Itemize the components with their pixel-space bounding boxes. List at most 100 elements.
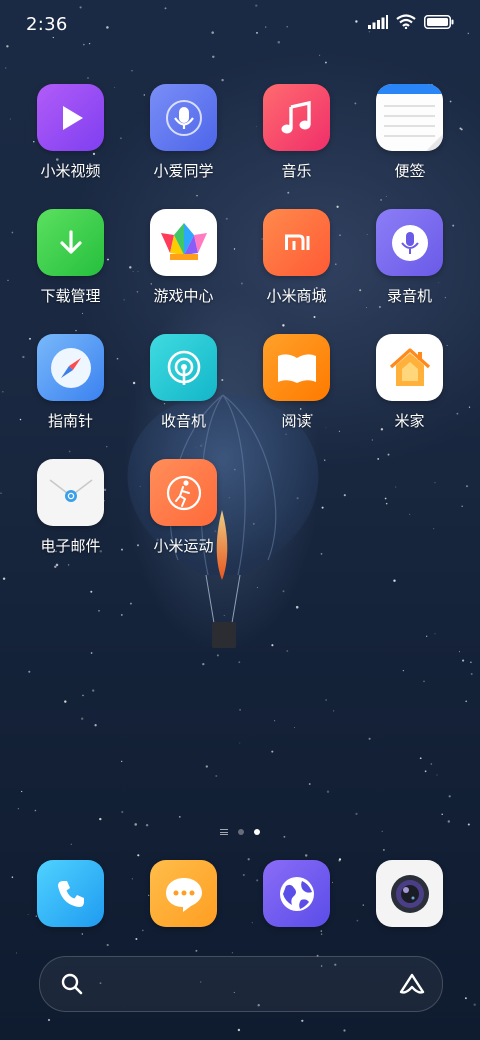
- star: [131, 70, 133, 72]
- page-indicator: [0, 829, 480, 835]
- star: [465, 485, 469, 488]
- star: [470, 661, 472, 664]
- app-label: 便签: [394, 162, 425, 180]
- radio-icon: [150, 334, 217, 401]
- star: [145, 823, 149, 827]
- star: [430, 763, 433, 765]
- assistant-icon: [150, 84, 217, 151]
- crown-icon: [150, 209, 217, 276]
- star: [355, 812, 358, 816]
- star: [34, 809, 37, 812]
- star: [436, 774, 438, 776]
- app-xiaoai[interactable]: 小爱同学: [127, 84, 240, 209]
- star: [15, 952, 17, 954]
- star: [468, 406, 471, 408]
- star: [238, 661, 241, 664]
- star: [308, 783, 311, 785]
- star: [332, 710, 335, 712]
- app-reading[interactable]: 阅读: [240, 334, 353, 459]
- star: [426, 635, 428, 637]
- app-label: 游戏中心: [153, 287, 214, 305]
- app-download-manager[interactable]: 下载管理: [14, 209, 127, 334]
- star: [458, 651, 460, 653]
- star: [81, 933, 83, 935]
- star: [293, 726, 295, 728]
- star: [368, 737, 371, 740]
- star: [215, 774, 218, 778]
- menu-lines-icon: [220, 829, 228, 835]
- star: [135, 938, 138, 940]
- app-recorder[interactable]: 录音机: [353, 209, 466, 334]
- notes-icon: [376, 84, 443, 151]
- star: [319, 54, 321, 56]
- star: [178, 816, 181, 818]
- star: [82, 694, 84, 697]
- star: [87, 77, 89, 79]
- star: [94, 724, 97, 727]
- messages-icon: [150, 860, 217, 927]
- search-icon: [61, 973, 83, 995]
- app-mi-fit[interactable]: 小米运动: [127, 459, 240, 584]
- star: [320, 933, 323, 935]
- phone-icon: [37, 860, 104, 927]
- star: [28, 670, 31, 673]
- email-icon: [37, 459, 104, 526]
- page-dot-active[interactable]: [254, 829, 260, 835]
- star: [221, 78, 224, 82]
- app-music[interactable]: 音乐: [240, 84, 353, 209]
- dock-browser[interactable]: [240, 860, 353, 927]
- star: [141, 929, 144, 932]
- star: [467, 823, 470, 826]
- star: [237, 1028, 241, 1032]
- star: [402, 669, 405, 672]
- app-mijia[interactable]: 米家: [353, 334, 466, 459]
- star: [99, 817, 102, 821]
- star: [325, 699, 327, 701]
- star: [212, 55, 215, 59]
- camera-icon: [376, 860, 443, 927]
- app-xiaomi-video[interactable]: 小米视频: [14, 84, 127, 209]
- microphone-icon: [376, 209, 443, 276]
- app-notes[interactable]: 便签: [353, 84, 466, 209]
- star: [448, 795, 451, 798]
- star: [441, 813, 443, 816]
- star: [17, 808, 19, 810]
- star: [106, 943, 109, 947]
- app-label: 小米视频: [40, 162, 101, 180]
- star: [134, 823, 137, 826]
- app-label: 收音机: [160, 412, 206, 430]
- app-radio[interactable]: 收音机: [127, 334, 240, 459]
- star: [2, 391, 4, 393]
- search-bar[interactable]: [39, 956, 443, 1012]
- dock-camera[interactable]: [353, 860, 466, 927]
- battery-icon: [424, 14, 454, 29]
- star: [0, 492, 2, 495]
- assistant-logo-icon[interactable]: [398, 972, 426, 996]
- app-email[interactable]: 电子邮件: [14, 459, 127, 584]
- app-compass[interactable]: 指南针: [14, 334, 127, 459]
- play-icon: [37, 84, 104, 151]
- music-icon: [263, 84, 330, 151]
- star: [271, 750, 274, 753]
- status-icons: [368, 14, 454, 29]
- star: [11, 231, 14, 234]
- download-icon: [37, 209, 104, 276]
- star: [202, 662, 205, 666]
- star: [324, 61, 327, 64]
- page-dot[interactable]: [238, 829, 244, 835]
- app-mi-store[interactable]: 小米商城: [240, 209, 353, 334]
- app-label: 米家: [394, 412, 425, 430]
- star: [9, 118, 11, 120]
- star: [423, 680, 425, 683]
- signal-icon: [368, 14, 388, 29]
- star: [121, 810, 124, 814]
- dock-messages[interactable]: [127, 860, 240, 927]
- star: [320, 930, 322, 932]
- app-label: 阅读: [281, 412, 312, 430]
- star: [92, 689, 95, 692]
- dock-phone[interactable]: [14, 860, 127, 927]
- app-game-center[interactable]: 游戏中心: [127, 209, 240, 334]
- dock: [14, 860, 466, 927]
- app-grid: 小米视频 小爱同学 音乐 便签 下载管理 游戏中心 小米商城 录音机 指南针 收…: [14, 84, 466, 584]
- star: [98, 610, 100, 612]
